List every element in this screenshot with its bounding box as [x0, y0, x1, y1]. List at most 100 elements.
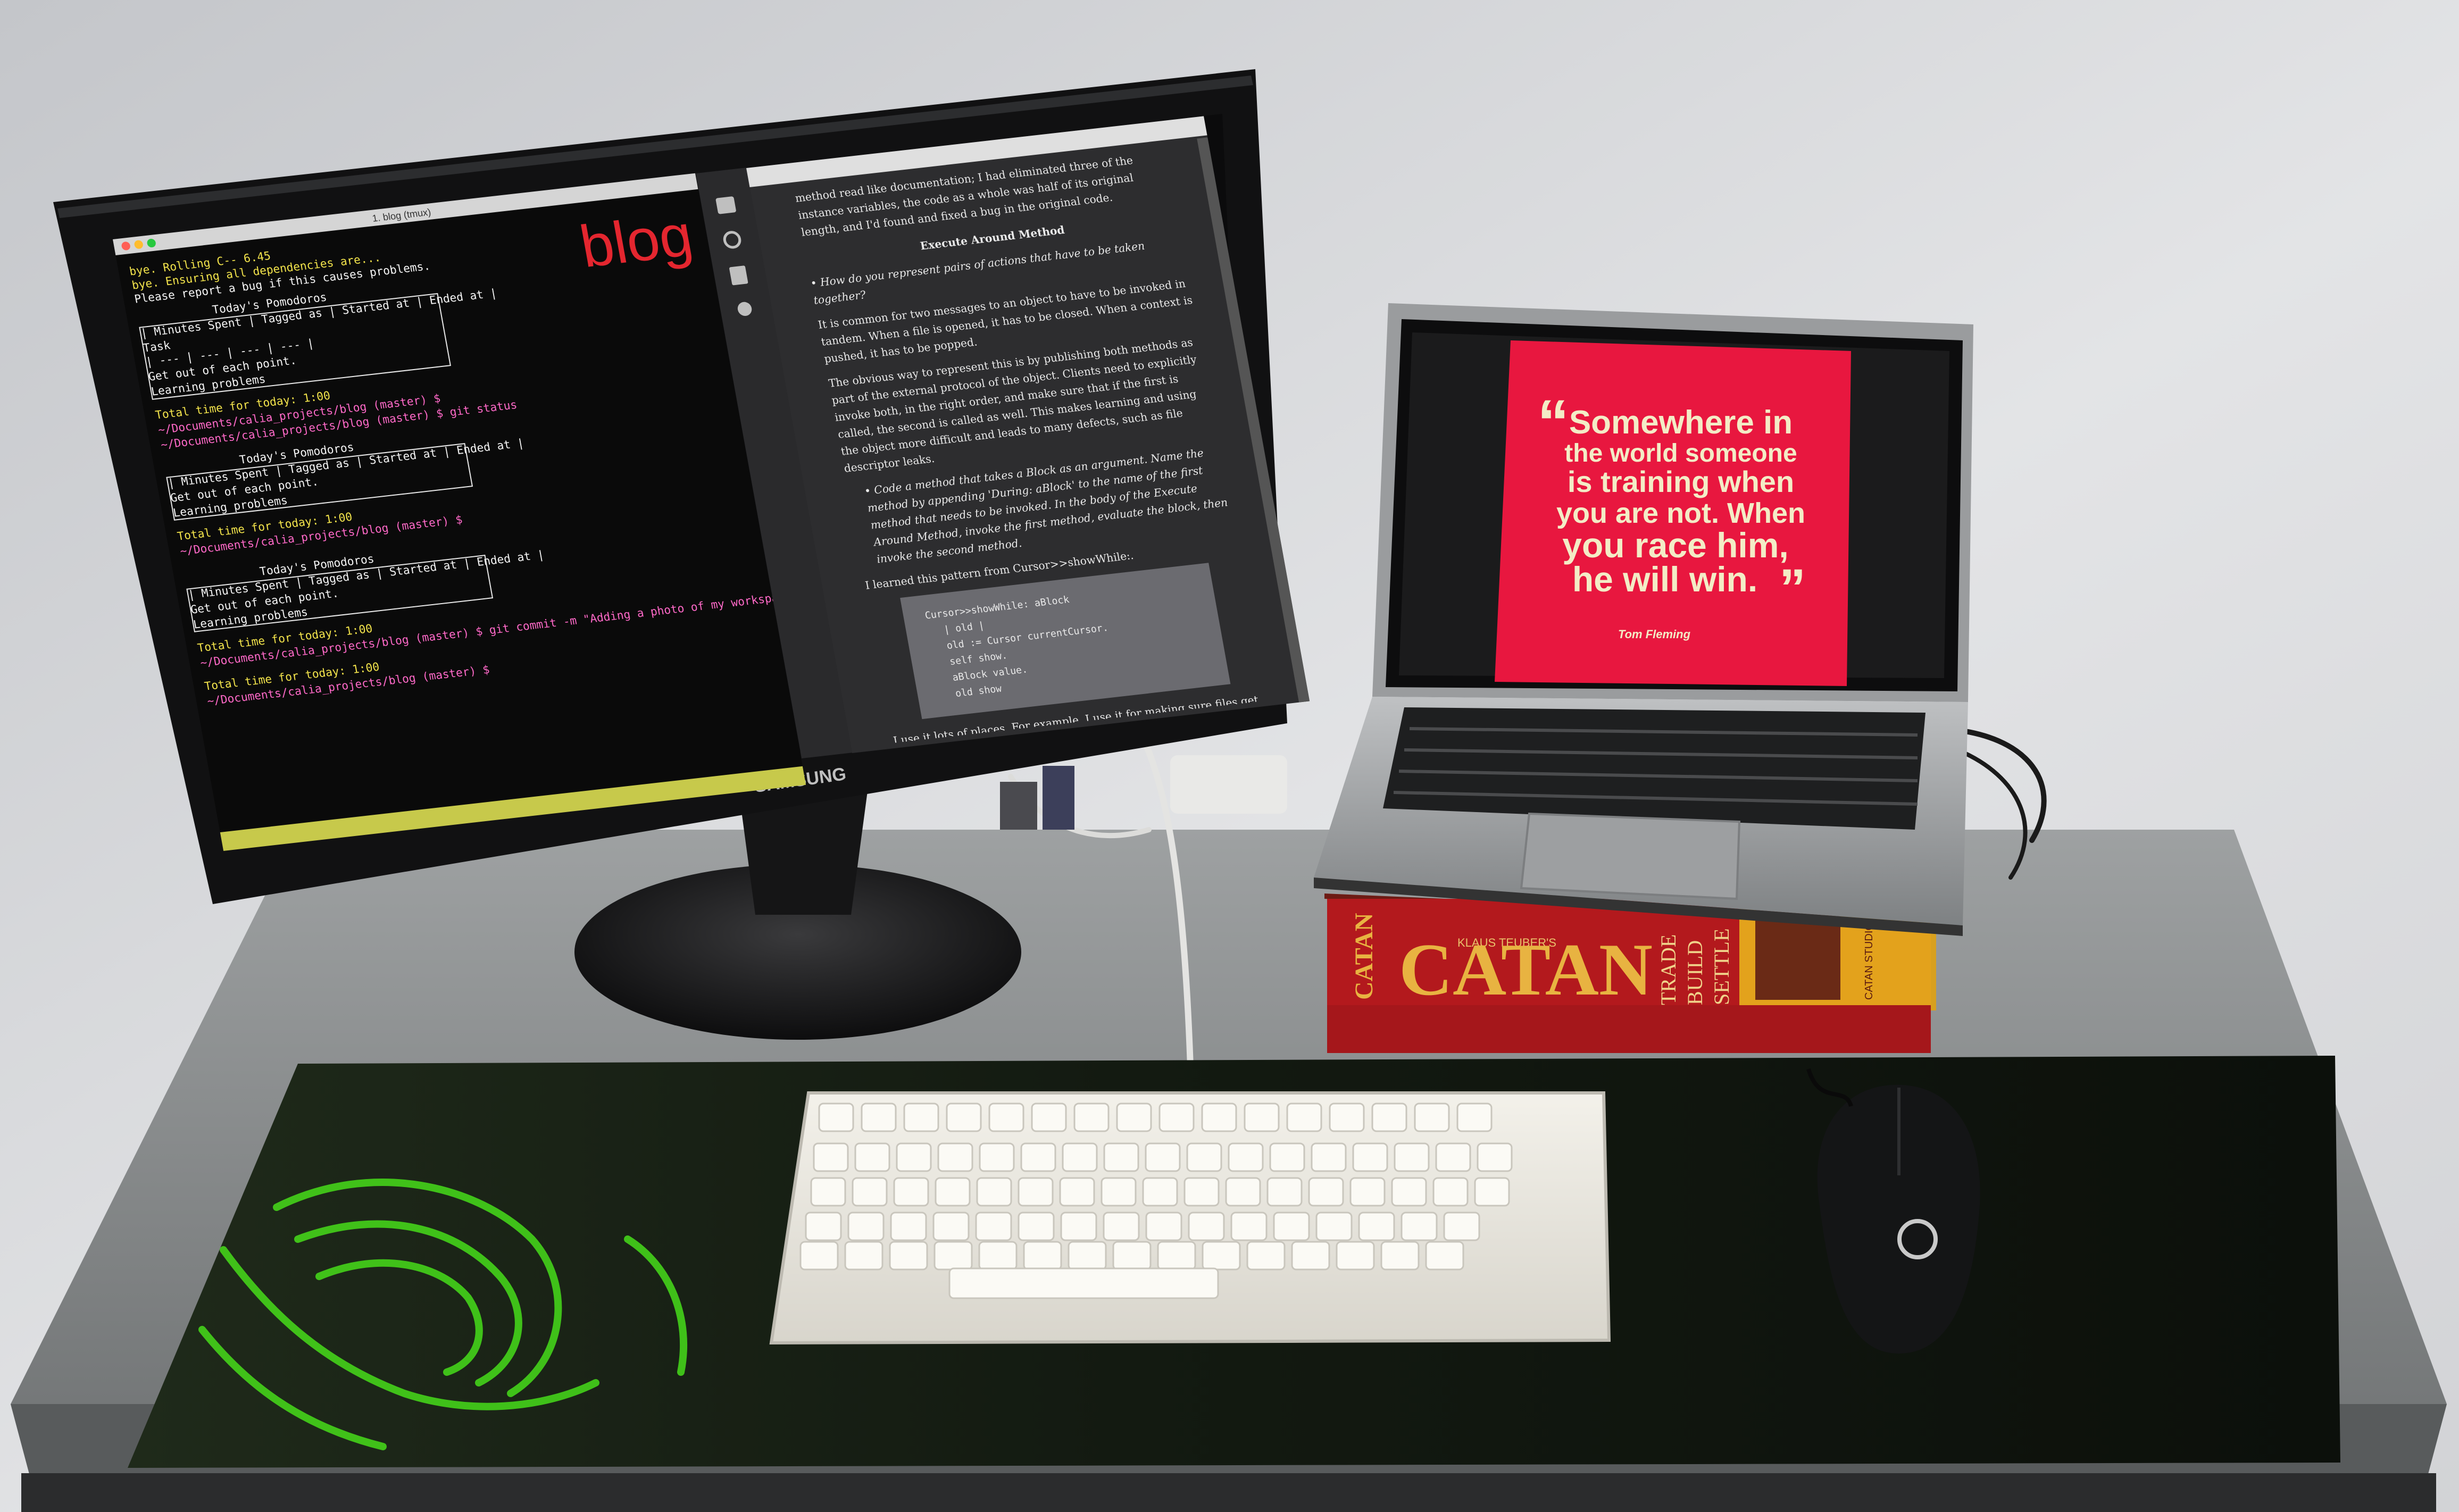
keycap[interactable] — [1158, 1102, 1195, 1132]
keycap[interactable] — [932, 1212, 970, 1241]
keycap[interactable] — [978, 1241, 1018, 1271]
keycap[interactable] — [1225, 1177, 1261, 1207]
keycap[interactable] — [1349, 1177, 1386, 1207]
keycap[interactable] — [1315, 1212, 1353, 1241]
keycap[interactable] — [1474, 1177, 1510, 1207]
keycap[interactable] — [1394, 1142, 1430, 1172]
keycap[interactable] — [854, 1142, 890, 1172]
keycap[interactable] — [1145, 1212, 1182, 1241]
keycap[interactable] — [1391, 1177, 1427, 1207]
close-quote: ” — [1779, 558, 1806, 618]
laptop: “ Somewhere in the world someone is trai… — [1314, 303, 1973, 936]
keycap[interactable] — [979, 1142, 1015, 1172]
keycap[interactable] — [1145, 1142, 1181, 1172]
keycap[interactable] — [1201, 1102, 1237, 1132]
keycap[interactable] — [1157, 1241, 1196, 1271]
quote-line: is training when — [1568, 465, 1794, 498]
laptop-keyboard — [1383, 707, 1925, 830]
keycap[interactable] — [1371, 1102, 1407, 1132]
keycap[interactable] — [975, 1212, 1012, 1241]
keycap[interactable] — [1286, 1102, 1322, 1132]
keycap[interactable] — [1073, 1102, 1110, 1132]
keycap[interactable] — [1269, 1142, 1305, 1172]
spacebar-key[interactable] — [948, 1267, 1219, 1299]
keycap[interactable] — [935, 1177, 971, 1207]
keycap[interactable] — [1112, 1241, 1152, 1271]
keycap[interactable] — [861, 1102, 897, 1132]
keycap[interactable] — [1103, 1212, 1140, 1241]
quote-line: Somewhere in — [1569, 404, 1793, 441]
keycap[interactable] — [1068, 1241, 1107, 1271]
catan-side-logo: CATAN — [1350, 913, 1378, 1000]
keycap[interactable] — [799, 1241, 839, 1271]
keycap[interactable] — [818, 1102, 854, 1132]
keycap[interactable] — [1188, 1212, 1225, 1241]
laptop-trackpad[interactable] — [1520, 812, 1741, 900]
toc-icon[interactable] — [715, 196, 736, 214]
keycap[interactable] — [889, 1241, 928, 1271]
code-block: Cursor>>showWhile: aBlock | old | old :=… — [900, 563, 1231, 720]
blog-overlay-title: blog — [575, 202, 697, 280]
keycap[interactable] — [1103, 1142, 1139, 1172]
quote-line: you race him, — [1562, 525, 1789, 565]
catan-tagline: TRADE — [1656, 934, 1680, 1005]
keycap[interactable] — [810, 1177, 846, 1207]
keycap[interactable] — [988, 1102, 1024, 1132]
keycap[interactable] — [847, 1212, 885, 1241]
keycap[interactable] — [1101, 1177, 1137, 1207]
keycap[interactable] — [937, 1142, 973, 1172]
keycap[interactable] — [1020, 1142, 1056, 1172]
photo-scene: SAMSUNG 1. blog (tmux) blog bye. Rolling… — [0, 0, 2459, 1512]
keycap[interactable] — [1456, 1102, 1493, 1132]
keycap[interactable] — [1018, 1212, 1055, 1241]
keycap[interactable] — [1228, 1142, 1264, 1172]
keycap[interactable] — [1443, 1212, 1480, 1241]
keycap[interactable] — [1273, 1212, 1310, 1241]
bookmark-icon[interactable] — [729, 265, 748, 286]
keycap[interactable] — [813, 1142, 849, 1172]
keycap[interactable] — [844, 1241, 883, 1271]
keycap[interactable] — [1291, 1241, 1330, 1271]
keycap[interactable] — [1432, 1177, 1469, 1207]
keycap[interactable] — [1116, 1102, 1152, 1132]
keycap[interactable] — [1425, 1241, 1464, 1271]
keycap[interactable] — [1062, 1142, 1098, 1172]
keycap[interactable] — [903, 1102, 939, 1132]
quote-line: he will win. — [1572, 559, 1757, 599]
catan-tagline: SETTLE — [1710, 929, 1733, 1005]
keycap[interactable] — [1142, 1177, 1178, 1207]
keycap[interactable] — [946, 1102, 982, 1132]
keycap[interactable] — [896, 1142, 932, 1172]
keycap[interactable] — [1059, 1177, 1095, 1207]
keycap[interactable] — [1435, 1142, 1471, 1172]
keycap[interactable] — [1266, 1177, 1303, 1207]
keycap[interactable] — [933, 1241, 973, 1271]
keycap[interactable] — [1380, 1241, 1420, 1271]
keycap[interactable] — [976, 1177, 1012, 1207]
keycap[interactable] — [1202, 1241, 1241, 1271]
quote-attribution: Tom Fleming — [1618, 628, 1691, 641]
keycap[interactable] — [1023, 1241, 1062, 1271]
keycap[interactable] — [1230, 1212, 1268, 1241]
keycap[interactable] — [1244, 1102, 1280, 1132]
keycap[interactable] — [1329, 1102, 1365, 1132]
keycap[interactable] — [1031, 1102, 1067, 1132]
keycap[interactable] — [805, 1212, 842, 1241]
catan-studio: CATAN STUDIO — [1863, 922, 1875, 1000]
keycap[interactable] — [1308, 1177, 1344, 1207]
keycap[interactable] — [1183, 1177, 1220, 1207]
keycap[interactable] — [1336, 1241, 1375, 1271]
keycap[interactable] — [1186, 1142, 1222, 1172]
keycap[interactable] — [1401, 1212, 1438, 1241]
keycap[interactable] — [1477, 1142, 1513, 1172]
keycap[interactable] — [1358, 1212, 1395, 1241]
keycap[interactable] — [852, 1177, 888, 1207]
keycap[interactable] — [1311, 1142, 1347, 1172]
keycap[interactable] — [890, 1212, 927, 1241]
keycap[interactable] — [1060, 1212, 1097, 1241]
keycap[interactable] — [1018, 1177, 1054, 1207]
keycap[interactable] — [1246, 1241, 1286, 1271]
keycap[interactable] — [1414, 1102, 1450, 1132]
keycap[interactable] — [893, 1177, 929, 1207]
keycap[interactable] — [1352, 1142, 1388, 1172]
